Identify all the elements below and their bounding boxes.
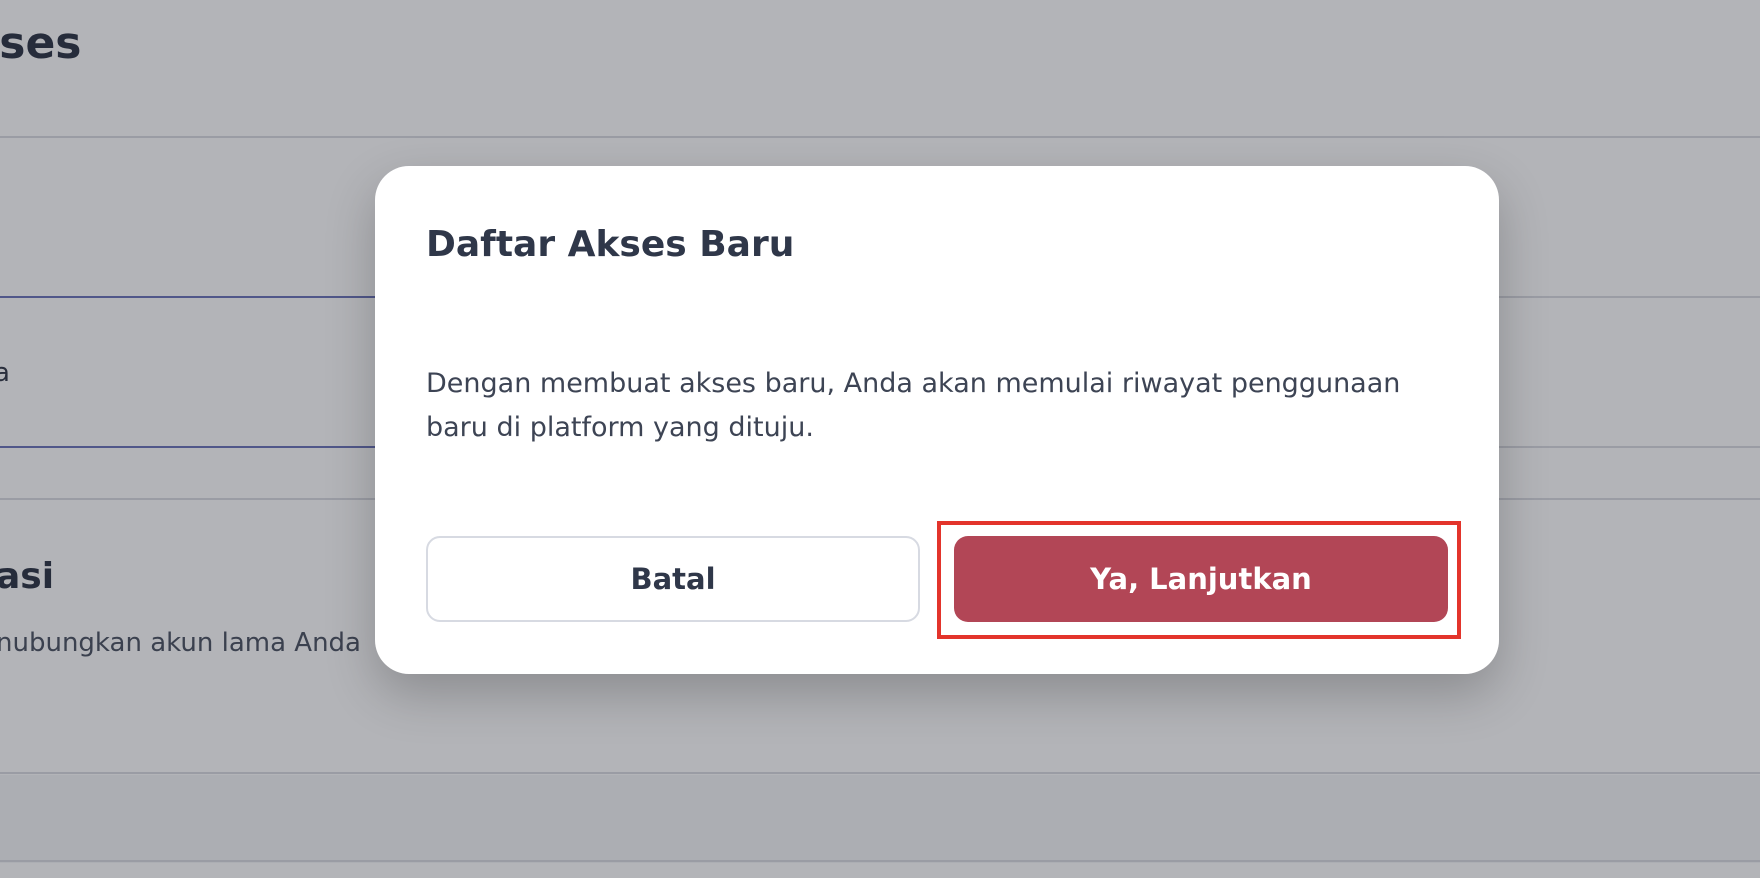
dialog-title: Daftar Akses Baru xyxy=(426,224,795,265)
confirm-button[interactable]: Ya, Lanjutkan xyxy=(954,536,1448,622)
cancel-button[interactable]: Batal xyxy=(426,536,920,622)
dialog-message: Dengan membuat akses baru, Anda akan mem… xyxy=(426,368,1401,443)
confirm-dialog: Daftar Akses Baru Dengan membuat akses b… xyxy=(375,166,1499,674)
